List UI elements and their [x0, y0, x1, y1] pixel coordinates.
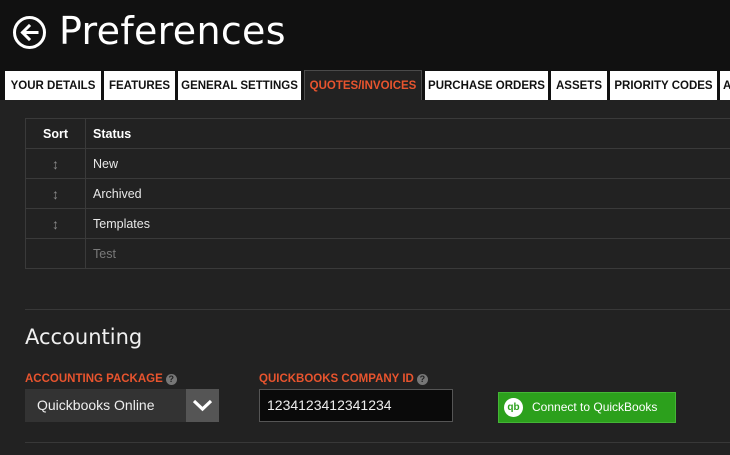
- quickbooks-company-id-input[interactable]: 1234123412341234: [259, 389, 453, 422]
- tab-quotes-invoices[interactable]: QUOTES/INVOICES: [304, 70, 422, 100]
- drag-handle-icon[interactable]: ↕: [25, 148, 86, 179]
- status-name: Archived: [85, 178, 730, 209]
- table-header-row: Sort Status: [25, 118, 730, 149]
- drag-handle-icon[interactable]: ↕: [25, 208, 86, 239]
- drag-handle-icon[interactable]: ↕: [25, 178, 86, 209]
- tab-purchase-orders[interactable]: PURCHASE ORDERS: [425, 71, 548, 100]
- section-divider: [25, 309, 730, 310]
- tab-bar: YOUR DETAILS FEATURES GENERAL SETTINGS Q…: [0, 66, 730, 100]
- tab-priority-codes[interactable]: PRIORITY CODES: [610, 71, 717, 100]
- tab-your-details[interactable]: YOUR DETAILS: [5, 71, 101, 100]
- status-name: Templates: [85, 208, 730, 239]
- table-row: ↕ New: [25, 148, 730, 179]
- page-header: Preferences: [0, 0, 730, 66]
- back-arrow-icon[interactable]: [13, 16, 46, 49]
- tab-features[interactable]: FEATURES: [104, 71, 175, 100]
- accounting-package-label-text: ACCOUNTING PACKAGE: [25, 373, 163, 385]
- accounting-section-title: Accounting: [25, 325, 143, 349]
- tab-content: Sort Status ↕ New ↕ Archived ↕ Templates…: [0, 100, 730, 455]
- tab-general-settings[interactable]: GENERAL SETTINGS: [178, 71, 301, 100]
- section-divider: [25, 442, 730, 443]
- page-title: Preferences: [59, 9, 286, 53]
- chevron-down-icon[interactable]: [186, 389, 219, 422]
- table-row: ↕ Archived: [25, 178, 730, 209]
- sort-column-header: Sort: [25, 118, 86, 149]
- status-name: New: [85, 148, 730, 179]
- empty-sort-cell: [25, 238, 86, 269]
- accounting-package-select[interactable]: Quickbooks Online: [25, 389, 219, 422]
- help-icon[interactable]: ?: [165, 374, 177, 385]
- table-row: Test: [25, 238, 730, 269]
- quickbooks-company-id-label-text: QUICKBOOKS COMPANY ID: [259, 373, 414, 385]
- help-icon[interactable]: ?: [416, 374, 428, 385]
- accounting-package-value: Quickbooks Online: [37, 397, 155, 413]
- accounting-package-label: ACCOUNTING PACKAGE?: [25, 373, 177, 385]
- status-table: Sort Status ↕ New ↕ Archived ↕ Templates…: [25, 118, 730, 269]
- connect-button-label: Connect to QuickBooks: [532, 400, 658, 414]
- status-name: Test: [85, 238, 730, 269]
- status-column-header: Status: [85, 118, 730, 149]
- quickbooks-logo-icon: qb: [504, 398, 523, 417]
- tab-assets[interactable]: ASSETS: [551, 71, 607, 100]
- connect-to-quickbooks-button[interactable]: qb Connect to QuickBooks: [498, 392, 676, 423]
- table-row: ↕ Templates: [25, 208, 730, 239]
- quickbooks-company-id-label: QUICKBOOKS COMPANY ID?: [259, 373, 428, 385]
- tab-overflow[interactable]: A: [720, 71, 730, 100]
